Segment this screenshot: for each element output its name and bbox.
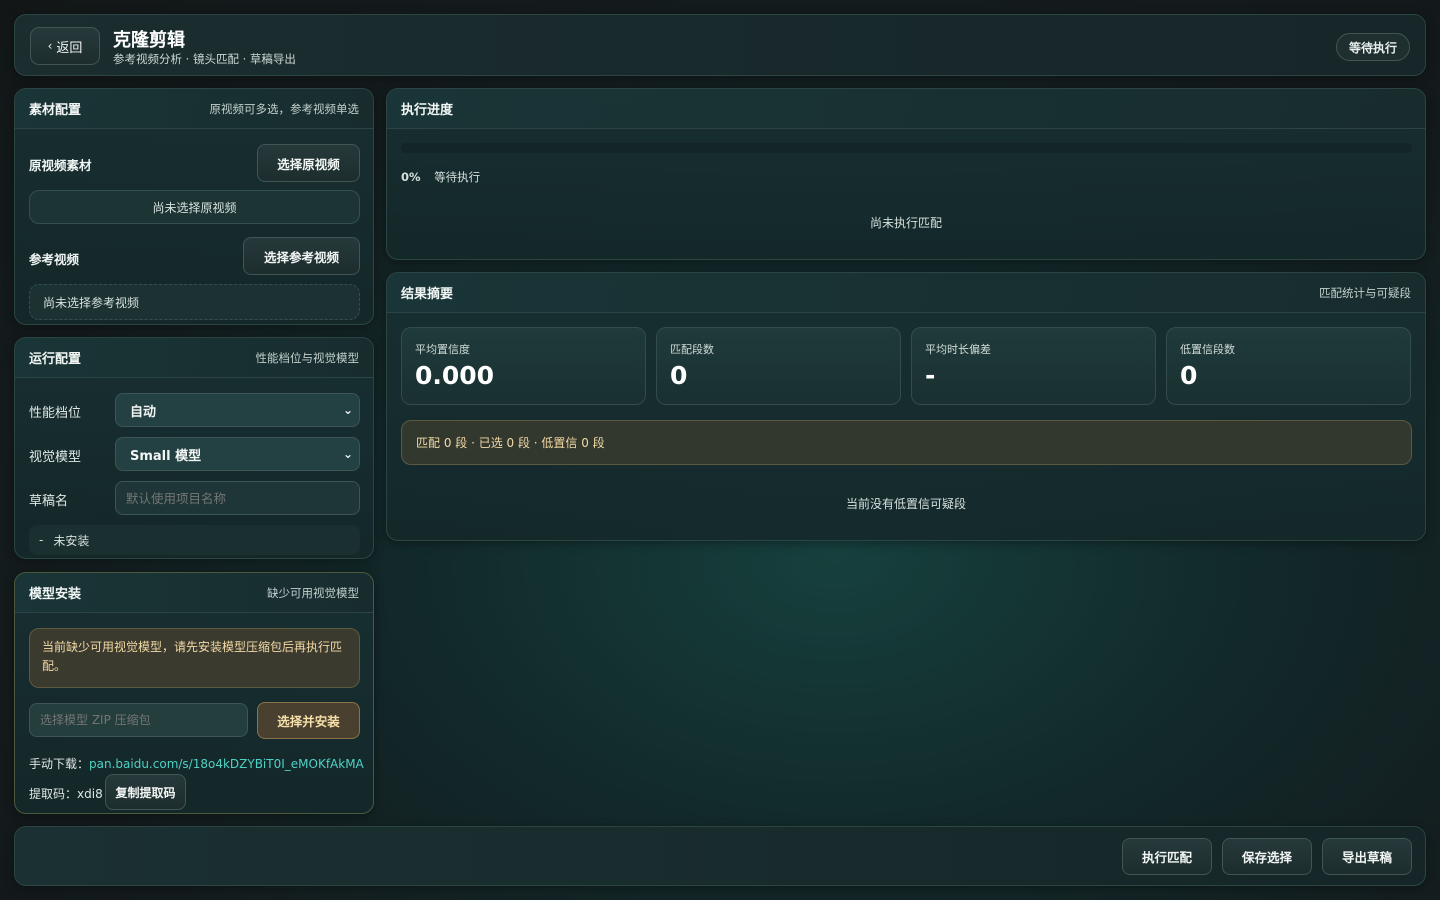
run-config-header: 运行配置 性能档位与视觉模型 [15,338,373,378]
stat-value: 0 [1180,361,1198,390]
status-badge: 等待执行 [1335,33,1410,61]
materials-header: 素材配置 原视频可多选，参考视频单选 [15,89,373,129]
stat-label: 平均时长偏差 [925,343,991,356]
header-bar: ‹ 返回 克隆剪辑 参考视频分析 · 镜头匹配 · 草稿导出 等待执行 [14,14,1426,76]
code-label-row: 提取码：xdi8 [29,785,103,802]
stat-value: 0.000 [415,361,495,390]
model-install-panel: 模型安装 缺少可用视觉模型 当前缺少可用视觉模型，请先安装模型压缩包后再执行匹配… [14,572,374,814]
stat-value: - [925,361,936,390]
summary-empty: 当前没有低置信可疑段 [845,497,966,511]
chevron-left-icon: ‹ [47,39,53,53]
footer-bar: 执行匹配 保存选择 导出草稿 [14,826,1426,886]
source-video-label: 原视频素材 [29,158,92,173]
stat-label: 低置信段数 [1180,343,1235,356]
progress-panel: 执行进度 0% 等待执行 尚未执行匹配 [386,88,1426,260]
back-button[interactable]: ‹ 返回 [30,27,100,65]
stat-card-avg-confidence: 平均置信度 0.000 [401,327,646,405]
materials-subtitle: 原视频可多选，参考视频单选 [209,101,360,116]
select-and-install-button[interactable]: 选择并安装 [257,702,360,739]
copy-code-button[interactable]: 复制提取码 [105,774,186,810]
select-ref-video-button[interactable]: 选择参考视频 [243,237,360,275]
status-text: 未安装 [53,533,90,548]
summary-panel: 结果摘要 匹配统计与可疑段 平均置信度 0.000 匹配段数 0 平均时长偏差 … [386,272,1426,541]
summary-notice: 匹配 0 段 · 已选 0 段 · 低置信 0 段 [401,420,1412,465]
stat-value: 0 [670,361,688,390]
model-install-title: 模型安装 [29,587,82,602]
stat-card-avg-duration-deviation: 平均时长偏差 - [911,327,1156,405]
stat-card-low-confidence-count: 低置信段数 0 [1166,327,1411,405]
download-link[interactable]: pan.baidu.com/s/18o4kDZYBiT0I_eMOKfAkMA [89,757,364,771]
model-label: 视觉模型 [29,450,82,465]
progress-status: 等待执行 [434,170,481,184]
model-install-subtitle: 缺少可用视觉模型 [267,585,359,600]
summary-header: 结果摘要 匹配统计与可疑段 [387,273,1425,313]
progress-bar-track [401,143,1412,153]
ref-video-empty: 尚未选择参考视频 [29,284,360,320]
model-install-status: - 未安装 [29,525,360,555]
run-config-title: 运行配置 [29,352,82,367]
model-warning: 当前缺少可用视觉模型，请先安装模型压缩包后再执行匹配。 [29,628,360,688]
perf-select[interactable]: 自动 ⌄ [115,393,360,427]
run-match-button[interactable]: 执行匹配 [1122,838,1212,875]
export-draft-button[interactable]: 导出草稿 [1322,838,1412,875]
chevron-down-icon: ⌄ [342,403,353,417]
model-select[interactable]: Small 模型 ⌄ [115,437,360,471]
model-select-value: Small 模型 [130,448,202,464]
run-config-panel: 运行配置 性能档位与视觉模型 性能档位 自动 ⌄ 视觉模型 Small 模型 ⌄… [14,337,374,559]
run-config-subtitle: 性能档位与视觉模型 [255,350,360,365]
stat-label: 平均置信度 [415,343,470,356]
manual-download: 手动下载：pan.baidu.com/s/18o4kDZYBiT0I_eMOKf… [29,755,364,772]
chevron-down-icon: ⌄ [342,447,353,461]
page-title: 克隆剪辑 [113,30,185,51]
draft-name-input[interactable] [115,481,360,515]
page-subtitle: 参考视频分析 · 镜头匹配 · 草稿导出 [113,52,296,66]
summary-title: 结果摘要 [401,287,454,302]
progress-title: 执行进度 [401,103,454,118]
code-label: 提取码： [29,787,78,801]
materials-panel: 素材配置 原视频可多选，参考视频单选 原视频素材 选择原视频 尚未选择原视频 参… [14,88,374,325]
save-selection-button[interactable]: 保存选择 [1222,838,1312,875]
perf-select-value: 自动 [130,404,157,420]
ref-video-label: 参考视频 [29,252,80,267]
progress-percent: 0% [401,170,421,184]
download-label: 手动下载： [29,757,90,771]
progress-header: 执行进度 [387,89,1425,129]
stat-label: 匹配段数 [670,343,714,356]
materials-title: 素材配置 [29,103,82,118]
status-dash: - [39,533,44,547]
perf-label: 性能档位 [29,406,82,421]
progress-status-row: 0% 等待执行 [401,169,480,185]
source-video-empty: 尚未选择原视频 [29,190,360,224]
model-zip-input[interactable] [29,703,248,737]
summary-subtitle: 匹配统计与可疑段 [1319,285,1411,300]
back-label: 返回 [56,40,83,56]
select-source-video-button[interactable]: 选择原视频 [257,144,360,182]
code-value: xdi8 [77,787,103,801]
stat-card-match-count: 匹配段数 0 [656,327,901,405]
model-install-header: 模型安装 缺少可用视觉模型 [15,573,373,613]
progress-empty: 尚未执行匹配 [869,216,942,230]
draft-name-label: 草稿名 [29,494,69,509]
